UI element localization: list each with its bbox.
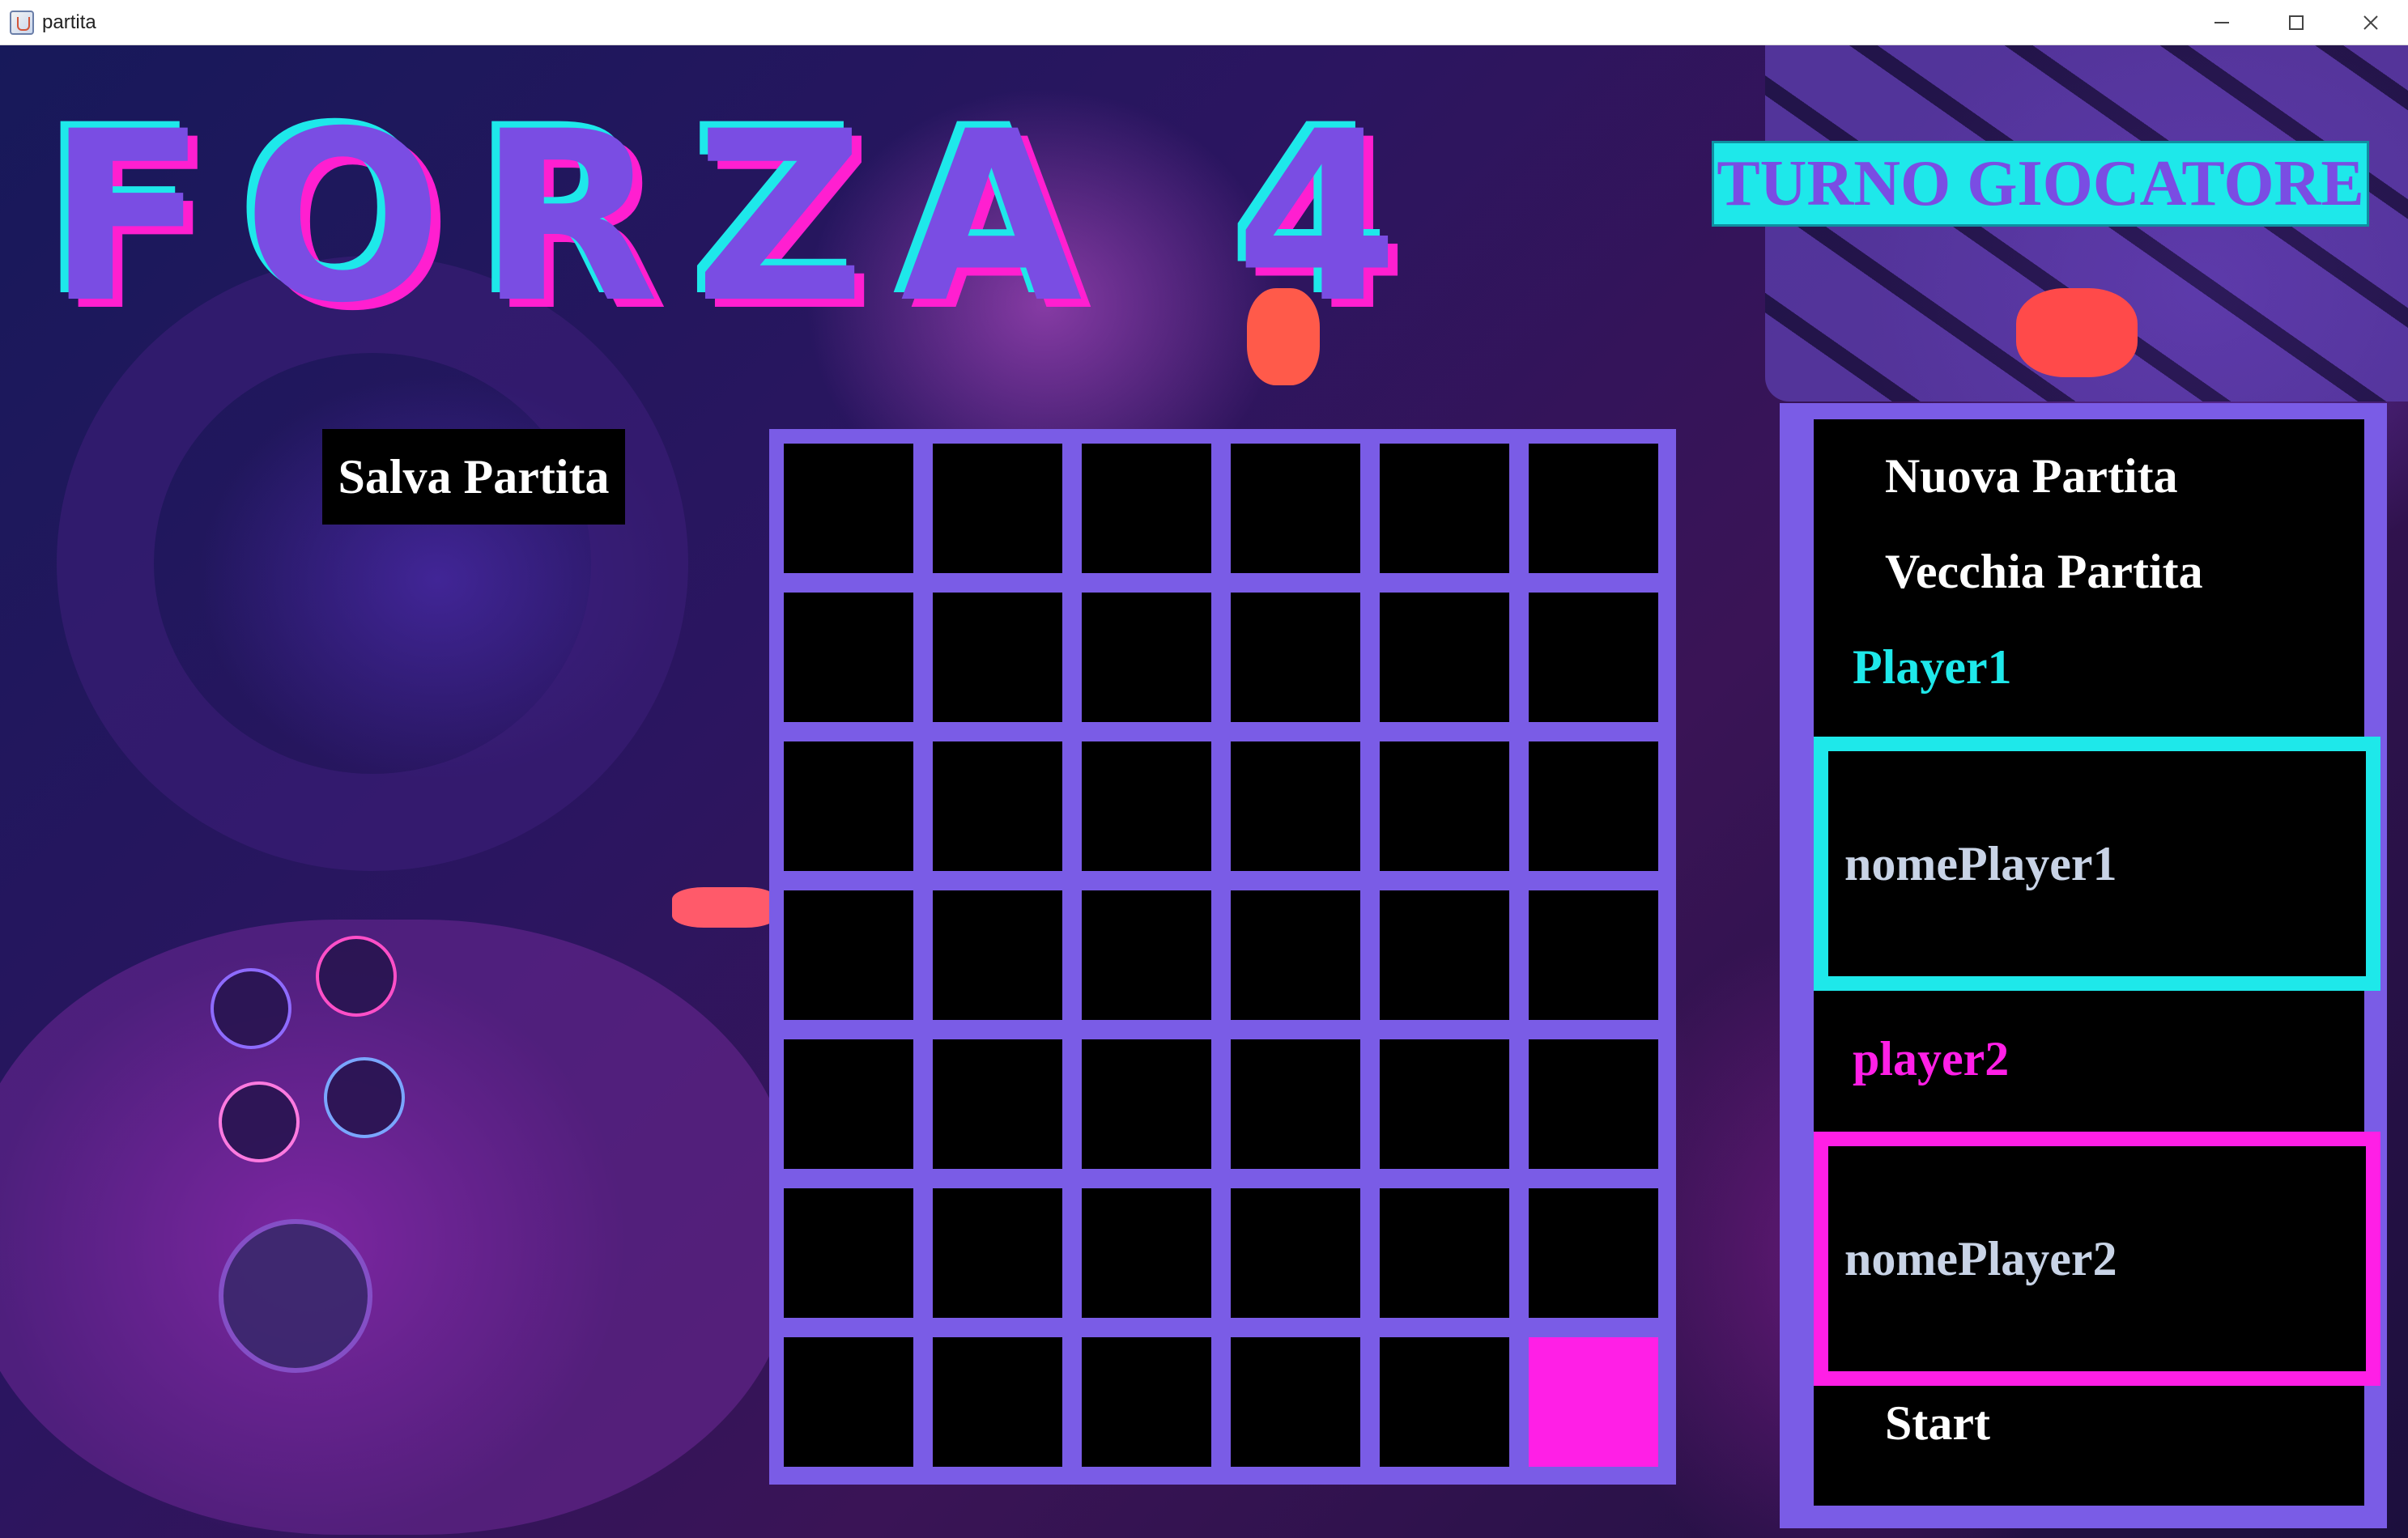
side-panel-inner: Nuova Partita Vecchia Partita Player1 no… [1814,419,2380,1506]
gamepad-button-cross [324,1057,405,1138]
board-cell[interactable] [1380,1039,1509,1169]
gamepad-button-circle [316,936,397,1017]
board-cell[interactable] [1231,1337,1360,1467]
board-cell[interactable] [933,890,1062,1020]
board-cell[interactable] [933,593,1062,722]
board-cell[interactable] [1529,593,1658,722]
board-cell[interactable] [784,444,913,573]
board-cell[interactable] [1231,741,1360,871]
side-panel: Nuova Partita Vecchia Partita Player1 no… [1780,403,2387,1528]
candy-shape [672,887,777,928]
board-cell[interactable] [933,1337,1062,1467]
board-cell[interactable] [1082,444,1211,573]
java-app-icon [10,10,34,35]
board-cell[interactable] [1529,1337,1658,1467]
board-cell[interactable] [784,1337,913,1467]
board-cell[interactable] [933,741,1062,871]
board-cell[interactable] [933,1039,1062,1169]
board-cell[interactable] [933,444,1062,573]
save-game-button[interactable]: Salva Partita [322,429,625,525]
gamepad-shape [0,920,793,1535]
minimize-icon [2214,22,2229,23]
turn-indicator: TURNO GIOCATORE [1712,141,2369,227]
game-logo: FORZA 4 [47,82,1435,355]
board-cell[interactable] [784,741,913,871]
player1-label: Player1 [1853,640,2012,694]
board-cell[interactable] [1082,593,1211,722]
close-button[interactable] [2334,0,2408,45]
player1-name-input[interactable]: nomePlayer1 [1814,737,2380,991]
new-game-button[interactable]: Nuova Partita [1885,444,2178,508]
board-cell[interactable] [784,890,913,1020]
maximize-icon [2289,15,2304,30]
board-cell[interactable] [1529,1039,1658,1169]
board-cell[interactable] [1231,890,1360,1020]
board-cell[interactable] [1529,741,1658,871]
board-cell[interactable] [1231,1039,1360,1169]
player2-name-input[interactable]: nomePlayer2 [1814,1132,2380,1386]
candy-shape [2016,288,2138,377]
board-cell[interactable] [933,1188,1062,1318]
board-cell[interactable] [1380,1188,1509,1318]
old-game-button[interactable]: Vecchia Partita [1885,539,2203,604]
board-cell[interactable] [1082,741,1211,871]
window-controls [2185,0,2408,45]
start-button[interactable]: Start [1885,1391,1990,1455]
gamepad-thumbstick [219,1219,372,1373]
board-cell[interactable] [1082,1039,1211,1169]
board-cell[interactable] [784,1039,913,1169]
player2-label: player2 [1853,1032,2010,1086]
window-title: partita [42,11,96,33]
maximize-button[interactable] [2259,0,2334,45]
board-cell[interactable] [1529,1188,1658,1318]
board-cell[interactable] [784,593,913,722]
board-cell[interactable] [1380,1337,1509,1467]
gamepad-button-triangle [211,968,291,1049]
game-board [769,429,1676,1485]
minimize-button[interactable] [2185,0,2259,45]
board-cell[interactable] [1231,1188,1360,1318]
close-icon [2363,15,2378,30]
board-cell[interactable] [784,1188,913,1318]
board-cell[interactable] [1380,444,1509,573]
board-cell[interactable] [1380,741,1509,871]
board-cell[interactable] [1231,444,1360,573]
board-cell[interactable] [1529,890,1658,1020]
board-cell[interactable] [1380,593,1509,722]
board-cell[interactable] [1529,444,1658,573]
board-cell[interactable] [1380,890,1509,1020]
board-cell[interactable] [1082,1337,1211,1467]
board-cell[interactable] [1082,890,1211,1020]
window-titlebar: partita [0,0,2408,45]
board-cell[interactable] [1231,593,1360,722]
board-cell[interactable] [1082,1188,1211,1318]
gamepad-button-square [219,1081,300,1162]
